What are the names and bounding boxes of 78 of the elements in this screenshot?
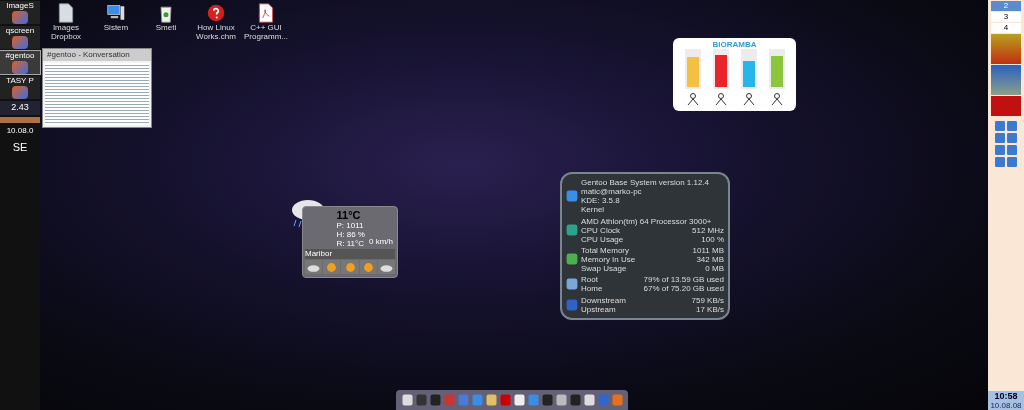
memory-graph bbox=[991, 65, 1021, 95]
app-icon bbox=[12, 61, 28, 74]
task-button[interactable]: ImageS bbox=[0, 1, 40, 24]
clock-time: 10:58 bbox=[994, 391, 1018, 401]
dock-app-icon[interactable] bbox=[485, 394, 497, 406]
info-label: Total Memory bbox=[581, 245, 629, 255]
dock-app-icon[interactable] bbox=[555, 394, 567, 406]
info-value: 100 % bbox=[701, 234, 724, 244]
icon-label[interactable]: How Linux Works.chm bbox=[192, 23, 240, 41]
window-title: #gentoo - Konversation bbox=[43, 49, 151, 61]
dock-app-icon[interactable] bbox=[429, 394, 441, 406]
dock-app-icon[interactable] bbox=[513, 394, 525, 406]
task-button[interactable]: qscreen bbox=[0, 26, 40, 49]
desktop-switch[interactable]: 2 bbox=[991, 1, 1021, 11]
info-label: Root bbox=[581, 275, 598, 285]
info-value: 79% of 13.59 GB used bbox=[643, 275, 724, 285]
desktop-switch[interactable]: 3 bbox=[991, 12, 1021, 22]
info-value: 1011 MB bbox=[692, 245, 724, 255]
icon-label[interactable]: Smeti bbox=[155, 23, 177, 32]
wind-speed: 0 km/h bbox=[369, 236, 393, 248]
clock-label: SE bbox=[11, 139, 29, 155]
info-value: 512 MHz bbox=[692, 225, 724, 235]
date-label: 10.08.0 bbox=[5, 124, 35, 137]
info-value: 0 MB bbox=[705, 263, 724, 273]
figure-icon bbox=[685, 92, 700, 106]
dock-app-icon[interactable] bbox=[401, 394, 413, 406]
city-name: Maribor bbox=[305, 249, 395, 259]
document-icon[interactable] bbox=[57, 3, 75, 23]
info-label: Swap Usage bbox=[581, 263, 627, 273]
info-label: Upstream bbox=[581, 304, 616, 314]
clock-date: 10.08.08 bbox=[990, 401, 1022, 410]
figure-icon bbox=[713, 92, 728, 106]
app-icon bbox=[12, 11, 28, 24]
network-graph bbox=[991, 96, 1021, 116]
info-label: CPU Usage bbox=[581, 234, 624, 244]
figure-icon bbox=[741, 92, 756, 106]
info-label: Home bbox=[581, 284, 603, 294]
load-meter: 2.43 bbox=[0, 101, 40, 115]
dock-app-icon[interactable] bbox=[583, 394, 595, 406]
weather-detail: P: 1011 bbox=[336, 221, 365, 230]
pdf-document-icon[interactable] bbox=[257, 3, 275, 23]
weather-detail: H: 86 % bbox=[336, 230, 365, 239]
cpu-icon bbox=[566, 224, 578, 237]
app-icon bbox=[12, 36, 28, 49]
dock-app-icon[interactable] bbox=[415, 394, 427, 406]
info-label: Gentoo Base System version 1.12.4 bbox=[581, 178, 710, 188]
weather-detail: R: 11°C bbox=[336, 239, 365, 248]
network-icon bbox=[566, 298, 578, 311]
app-icon bbox=[12, 86, 28, 99]
meter-bar bbox=[0, 116, 40, 123]
info-label: Downstream bbox=[581, 295, 626, 305]
task-button[interactable]: #gentoo bbox=[0, 51, 40, 74]
info-label: AMD Athlon(tm) 64 Processor 3000+ bbox=[581, 216, 712, 226]
info-label: matic@marko-pc bbox=[581, 187, 642, 197]
dock-app-icon[interactable] bbox=[569, 394, 581, 406]
info-value: 759 KB/s bbox=[691, 295, 724, 305]
info-value: 67% of 75.20 GB used bbox=[643, 284, 724, 294]
help-icon[interactable] bbox=[207, 3, 225, 23]
task-button[interactable]: TASY P bbox=[0, 76, 40, 99]
info-label: Kernel bbox=[581, 205, 605, 215]
icon-label[interactable]: Sistem bbox=[103, 23, 129, 32]
dock-app-icon[interactable] bbox=[541, 394, 553, 406]
temperature: 11°C bbox=[336, 209, 362, 221]
info-label: CPU Clock bbox=[581, 225, 621, 235]
desktop-switch[interactable]: 4 bbox=[991, 23, 1021, 33]
system-icon bbox=[566, 190, 578, 203]
figure-icon bbox=[769, 92, 784, 106]
icon-label[interactable]: C++ GUI Programm... bbox=[242, 23, 290, 41]
info-label: KDE: 3.5.8 bbox=[581, 196, 620, 206]
cpu-graph bbox=[991, 34, 1021, 64]
window-preview[interactable]: #gentoo - Konversation bbox=[42, 48, 152, 128]
icon-label[interactable]: Images Dropbox bbox=[42, 23, 90, 41]
info-value: 17 KB/s bbox=[696, 304, 724, 314]
info-label: Memory In Use bbox=[581, 254, 636, 264]
computer-icon[interactable] bbox=[107, 3, 125, 23]
widget-title: BIORAMBA bbox=[712, 40, 757, 49]
memory-icon bbox=[566, 253, 578, 266]
info-value: 342 MB bbox=[696, 254, 724, 264]
